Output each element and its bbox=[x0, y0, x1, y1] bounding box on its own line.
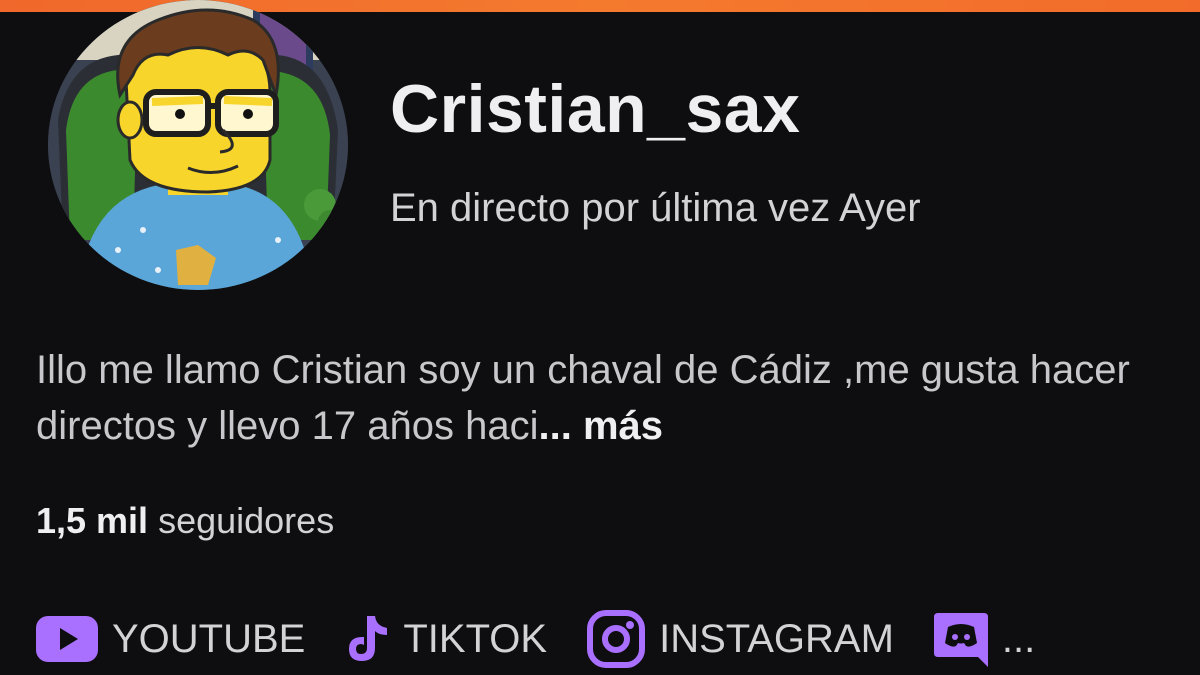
channel-name: Cristian_sax bbox=[390, 71, 801, 147]
followers-label: seguidores bbox=[158, 500, 335, 541]
social-link-youtube[interactable]: YOUTUBE bbox=[36, 616, 305, 662]
followers-number: 1,5 mil bbox=[36, 500, 149, 541]
social-label-youtube: YOUTUBE bbox=[112, 616, 306, 661]
youtube-icon bbox=[36, 616, 98, 662]
discord-icon bbox=[933, 611, 988, 667]
social-link-instagram[interactable]: INSTAGRAM bbox=[587, 610, 894, 668]
social-label-more: ... bbox=[1001, 616, 1036, 661]
channel-bio: Illo me llamo Cristian soy un chaval de … bbox=[36, 342, 1176, 454]
avatar-image bbox=[48, 0, 348, 290]
social-link-discord[interactable]: ... bbox=[933, 611, 1036, 667]
social-links: YOUTUBE TIKTOK INSTAGRAM ... bbox=[36, 606, 1035, 672]
social-label-tiktok: TIKTOK bbox=[403, 616, 548, 661]
tiktok-icon bbox=[345, 614, 389, 664]
followers-count: 1,5 mil seguidores bbox=[36, 500, 334, 542]
avatar[interactable] bbox=[48, 0, 348, 290]
last-live-status: En directo por última vez Ayer bbox=[390, 186, 921, 230]
bio-ellipsis: ... bbox=[538, 404, 572, 448]
bio-more-link[interactable]: más bbox=[583, 404, 663, 448]
social-link-tiktok[interactable]: TIKTOK bbox=[345, 614, 547, 664]
social-label-instagram: INSTAGRAM bbox=[659, 616, 894, 661]
instagram-icon bbox=[587, 610, 646, 668]
